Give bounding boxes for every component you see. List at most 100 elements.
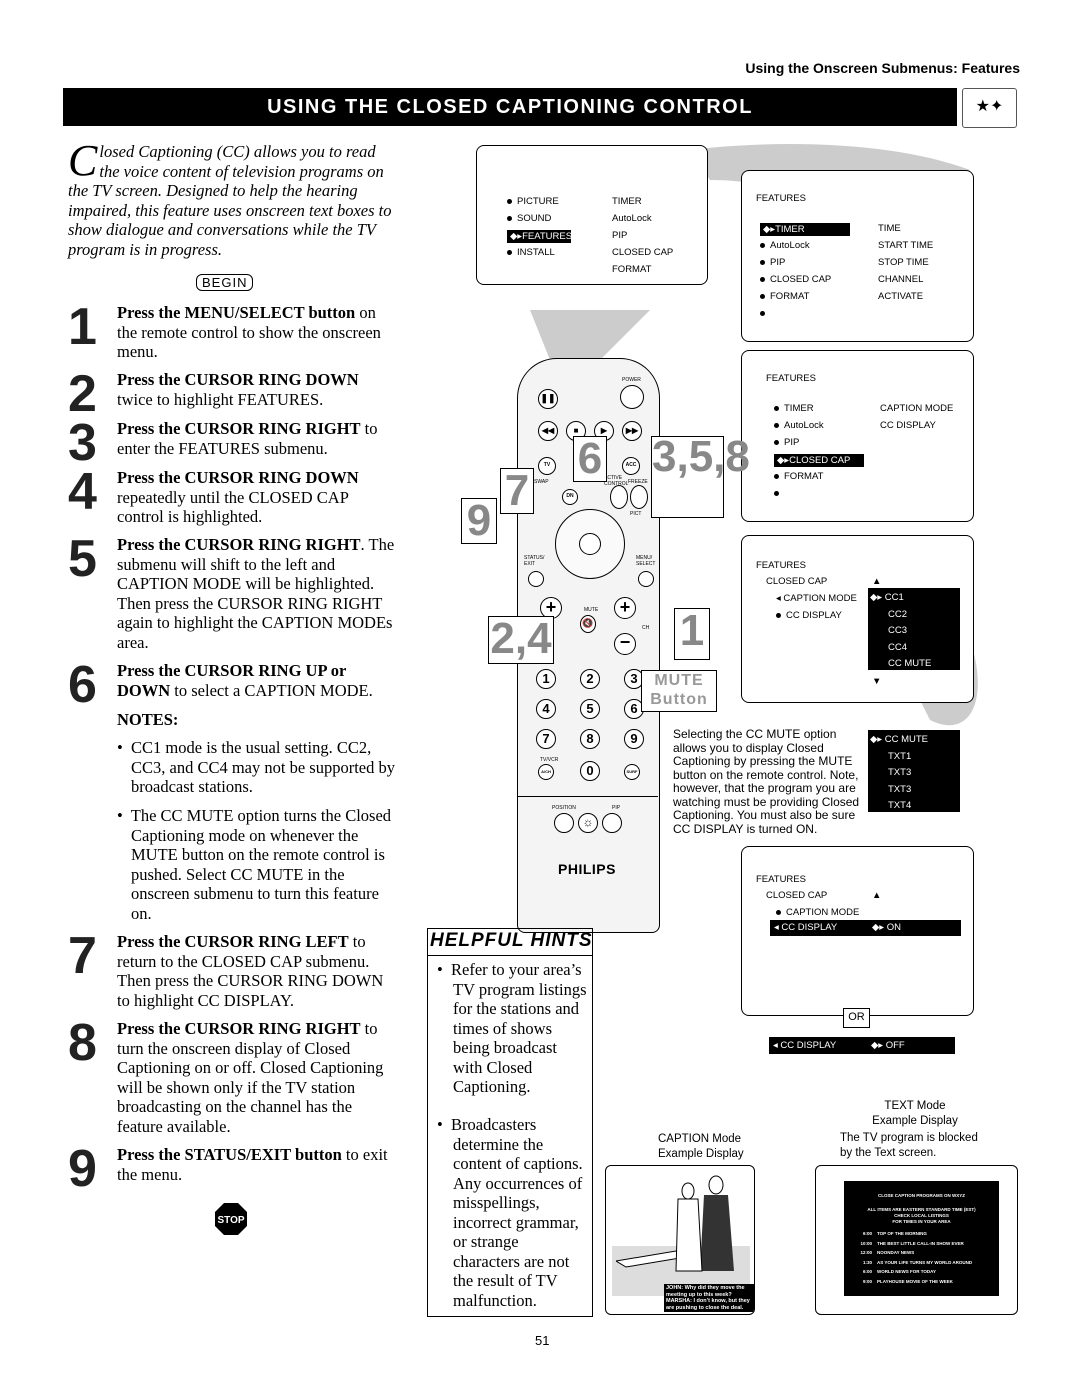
text-mode-note: FOR TIMES IN YOUR AREA	[892, 1219, 951, 1224]
mode-label: CC MUTE	[884, 734, 928, 745]
digit-button-8[interactable]: 8	[580, 729, 600, 749]
menu-item[interactable]: ◂ CAPTION MODE	[776, 593, 857, 604]
menu-item[interactable]: CC DISPLAY	[776, 610, 842, 621]
menu-item-value: ON	[886, 922, 901, 933]
mute-mode-option[interactable]: ◆▸ CC MUTE	[870, 734, 928, 745]
callout-step-7: 7	[500, 468, 534, 514]
menu-item[interactable]	[760, 308, 770, 319]
position-label: POSITION	[552, 805, 576, 811]
digit-button-5[interactable]: 5	[580, 699, 600, 719]
freeze-button[interactable]	[630, 485, 648, 509]
step-action: Press the CURSOR RING LEFT	[117, 932, 349, 951]
pip-button[interactable]	[602, 813, 622, 833]
stars-icon: ★✦	[962, 88, 1017, 128]
listing-row: 6:00 TOP OF THE MORNING	[856, 1231, 999, 1237]
listing-show: NOONDAY NEWS	[877, 1250, 915, 1255]
brightness-icon[interactable]: ☼	[578, 813, 598, 833]
menu-item-label: TIMER	[784, 403, 814, 414]
intro-paragraph: Closed Captioning (CC) allows you to rea…	[68, 139, 393, 259]
pause-button[interactable]: ❚❚	[538, 389, 558, 409]
mode-label: TXT3	[888, 767, 912, 778]
step-text: Press the CURSOR RING RIGHT to turn the …	[117, 1019, 395, 1136]
step-detail: repeatedly until the CLOSED CAP control …	[117, 487, 349, 527]
menu-item-label: FORMAT	[784, 471, 824, 482]
digit-button-2[interactable]: 2	[580, 669, 600, 689]
power-button[interactable]	[620, 385, 644, 409]
menu-item[interactable]: AutoLock	[774, 420, 824, 431]
menu-item[interactable]: PIP	[774, 437, 799, 448]
digit-button-1[interactable]: 1	[536, 669, 556, 689]
dn-button[interactable]: DN	[562, 489, 578, 505]
text-mode-panel: CLOSE CAPTION PROGRAMS ON WXYZ ALL ITEMS…	[844, 1181, 999, 1296]
caption-mode-option[interactable]: CC MUTE	[888, 658, 931, 669]
acc-button[interactable]: ACC	[622, 457, 640, 475]
digit-button-9[interactable]: 9	[624, 729, 644, 749]
submenu-title: CLOSED CAP	[766, 890, 828, 901]
cc-display-on-row[interactable]: ◂ CC DISPLAY ◆▸ ON	[770, 920, 961, 936]
cursor-ring-center[interactable]	[579, 533, 601, 555]
begin-badge: BEGIN	[196, 274, 254, 291]
step-action: Press the STATUS/EXIT button	[117, 1145, 342, 1164]
step-number: 3	[68, 414, 97, 472]
menu-select-button[interactable]	[638, 571, 654, 587]
page-title: USING THE CLOSED CAPTIONING CONTROL	[63, 88, 957, 126]
active-control-button[interactable]	[610, 485, 628, 509]
mute-mode-option[interactable]: TXT4	[888, 800, 911, 811]
step-text: Press the STATUS/EXIT button to exit the…	[117, 1145, 395, 1184]
menu-item[interactable]: TIMER	[774, 403, 814, 414]
surf-button[interactable]: SURF	[624, 764, 640, 780]
menu-item[interactable]: PIP	[760, 257, 785, 268]
caption-mode-option[interactable]: CC3	[888, 625, 907, 636]
caption-text: JOHN: Why did they move the meeting up t…	[664, 1284, 754, 1312]
status-exit-button[interactable]	[528, 571, 544, 587]
listing-time: 12:00	[860, 1250, 872, 1255]
mode-label: CC2	[888, 608, 908, 620]
intro-text: losed Captioning (CC) allows you to read…	[68, 142, 392, 259]
mute-button[interactable]: 🔇	[580, 615, 596, 633]
step-number: 7	[68, 927, 97, 985]
menu-item[interactable]: PICTURE	[507, 196, 559, 207]
menu-item[interactable]: SOUND	[507, 213, 551, 224]
menu-item[interactable]: INSTALL	[507, 247, 555, 258]
menu-item[interactable]: FORMAT	[760, 291, 809, 302]
mute-mode-option[interactable]: TXT1	[888, 751, 911, 762]
listing-row: 12:00 NOONDAY NEWS	[856, 1250, 999, 1256]
listing-time: 9:00	[862, 1278, 872, 1284]
step-number: 5	[68, 530, 97, 588]
remote-divider	[518, 796, 658, 797]
caption-mode-option[interactable]: CC2	[888, 609, 907, 620]
ach-button[interactable]: A/CH	[538, 764, 554, 780]
callout-step-1: 1	[674, 608, 710, 660]
ch-label: CH	[642, 625, 650, 631]
caption-mode-option[interactable]: CC4	[888, 642, 907, 653]
menu-item[interactable]: ◆▸CLOSED CAP	[774, 454, 864, 467]
features-menu-screen: FEATURES ◆▸TIMER AutoLock PIP CLOSED CAP FOR…	[741, 170, 974, 342]
digit-button-4[interactable]: 4	[536, 699, 556, 719]
menu-item[interactable]: FORMAT	[774, 471, 823, 482]
menu-item[interactable]: ◆▸FEATURES	[507, 230, 572, 243]
tv-button[interactable]: TV	[538, 457, 556, 475]
mute-mode-option[interactable]: TXT3	[888, 784, 911, 795]
listing-time: 6:00	[862, 1231, 872, 1236]
menu-item[interactable]	[774, 488, 784, 499]
mute-callout-line: MUTE	[654, 672, 704, 689]
channel-down-button[interactable]: −	[614, 633, 636, 655]
menu-item[interactable]: CLOSED CAP	[760, 274, 831, 285]
position-button[interactable]	[554, 813, 574, 833]
digit-button-0[interactable]: 0	[580, 761, 600, 781]
menu-item[interactable]: CAPTION MODE	[776, 907, 859, 918]
menu-item[interactable]: AutoLock	[760, 240, 810, 251]
rewind-button[interactable]: ◀◀	[538, 421, 558, 441]
caption-mode-option[interactable]: ◆▸ CC1	[870, 592, 904, 603]
mute-mode-option[interactable]: TXT3	[888, 767, 911, 778]
menu-item[interactable]: ◆▸TIMER	[760, 223, 850, 236]
callout-step-9: 9	[461, 498, 497, 544]
digit-button-7[interactable]: 7	[536, 729, 556, 749]
menu-item-label: CAPTION MODE	[783, 593, 857, 604]
mode-label: CC1	[884, 592, 904, 603]
fast-forward-button[interactable]: ▶▶	[622, 421, 642, 441]
channel-up-button[interactable]: +	[614, 597, 636, 619]
listing-row: 6:00 WORLD NEWS FOR TODAY	[856, 1269, 999, 1275]
step-text: Press the CURSOR RING DOWN repeatedly un…	[117, 468, 395, 527]
listing-show: TOP OF THE MORNING	[877, 1231, 927, 1236]
